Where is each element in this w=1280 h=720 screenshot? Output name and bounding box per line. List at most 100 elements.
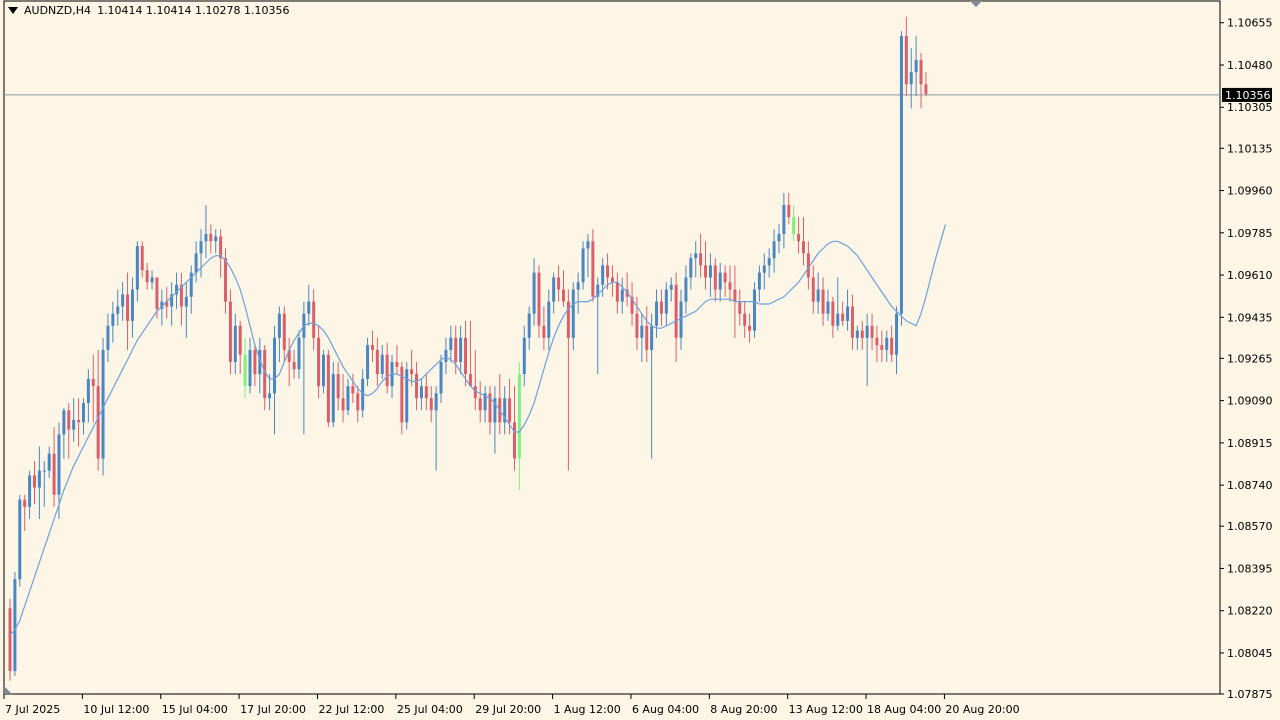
candle-body [689, 258, 693, 278]
candle-body [914, 60, 918, 73]
candle [473, 349, 477, 411]
candle [341, 374, 345, 423]
candle-body [610, 277, 614, 283]
candle-body [331, 374, 335, 423]
candle [797, 217, 801, 254]
candle [351, 374, 355, 404]
candle [81, 398, 85, 435]
candle [493, 386, 497, 454]
candle [23, 494, 27, 532]
candle-body [459, 337, 463, 362]
candle [787, 192, 791, 225]
chart-window[interactable]: AUDNZD,H4 1.10414 1.10414 1.10278 1.1035… [0, 0, 1280, 720]
chart-svg[interactable]: 1.10655 1.10480 1.10305 1.10135 1.09960 1.097… [0, 0, 1280, 720]
candle-body [23, 499, 27, 507]
candle [366, 337, 370, 387]
candle-body [224, 258, 228, 302]
x-tick-label: 1 Aug 12:00 [554, 703, 621, 716]
candle-body [375, 349, 379, 375]
candle-body [650, 325, 654, 350]
y-tick-label: 1.08740 [1227, 479, 1273, 492]
candle-body [767, 258, 771, 266]
candle-body [659, 301, 663, 314]
candle [527, 306, 531, 350]
candle-body [13, 579, 17, 672]
candle [704, 241, 708, 290]
candle-body [885, 337, 889, 350]
candle-body [351, 386, 355, 394]
candle [890, 325, 894, 362]
y-tick-label: 1.09265 [1227, 352, 1273, 365]
x-tick-label: 18 Aug 04:00 [867, 703, 941, 716]
candle-body [317, 337, 321, 387]
candle-body [620, 289, 624, 302]
y-tick-label: 1.07875 [1227, 688, 1273, 701]
candle-body [718, 272, 722, 290]
candle-body [924, 84, 928, 94]
candle [449, 325, 453, 362]
candle-body [370, 345, 374, 350]
candle-body [32, 475, 36, 488]
candle [434, 386, 438, 471]
candle-body [47, 453, 51, 471]
candle [272, 325, 276, 435]
candle [645, 306, 649, 362]
candle [18, 494, 22, 587]
candle-body [228, 301, 232, 362]
candle [855, 325, 859, 350]
candle-body [434, 393, 438, 411]
candle-body [395, 361, 399, 367]
candle-body [214, 236, 218, 242]
candle [596, 277, 600, 375]
candle [811, 265, 815, 314]
candle-body [899, 36, 903, 314]
candle [757, 265, 761, 302]
candle-body [444, 349, 448, 362]
candle-body [130, 289, 134, 321]
candle-body [694, 253, 698, 259]
candle-body [111, 313, 115, 326]
candle [336, 361, 340, 411]
candle-body [615, 282, 619, 302]
candle-body [708, 265, 712, 278]
candle-body [86, 378, 90, 404]
candle-body [106, 325, 110, 350]
candle [723, 265, 727, 297]
candle-body [424, 386, 428, 399]
candle [640, 313, 644, 362]
candle-body [145, 270, 149, 283]
candle [346, 378, 350, 416]
candle-body [841, 313, 845, 321]
candle [282, 306, 286, 362]
candle-body [870, 325, 874, 338]
candle [214, 229, 218, 254]
candle-body [297, 337, 301, 370]
candle-body [243, 354, 247, 387]
candle-body [846, 306, 850, 321]
candle-body [865, 325, 869, 338]
candle-body [532, 272, 536, 314]
candle [91, 354, 95, 423]
candle [713, 258, 717, 302]
candle [591, 229, 595, 302]
candle [880, 330, 884, 362]
candle-body [199, 241, 203, 254]
candle [576, 272, 580, 314]
candle-body [336, 374, 340, 399]
candle [615, 272, 619, 314]
candle [699, 234, 703, 278]
candle-body [150, 277, 154, 283]
candle-body [581, 248, 585, 283]
candle [512, 386, 516, 471]
candle [321, 349, 325, 394]
candle-body [292, 361, 296, 370]
candle [547, 289, 551, 350]
candle [312, 289, 316, 350]
candle-body [52, 453, 56, 495]
candle [419, 378, 423, 411]
candle-body [508, 398, 512, 423]
candle [748, 313, 752, 343]
candle-body [268, 393, 272, 399]
candle-body [400, 366, 404, 423]
y-tick-label: 1.08570 [1227, 520, 1273, 533]
